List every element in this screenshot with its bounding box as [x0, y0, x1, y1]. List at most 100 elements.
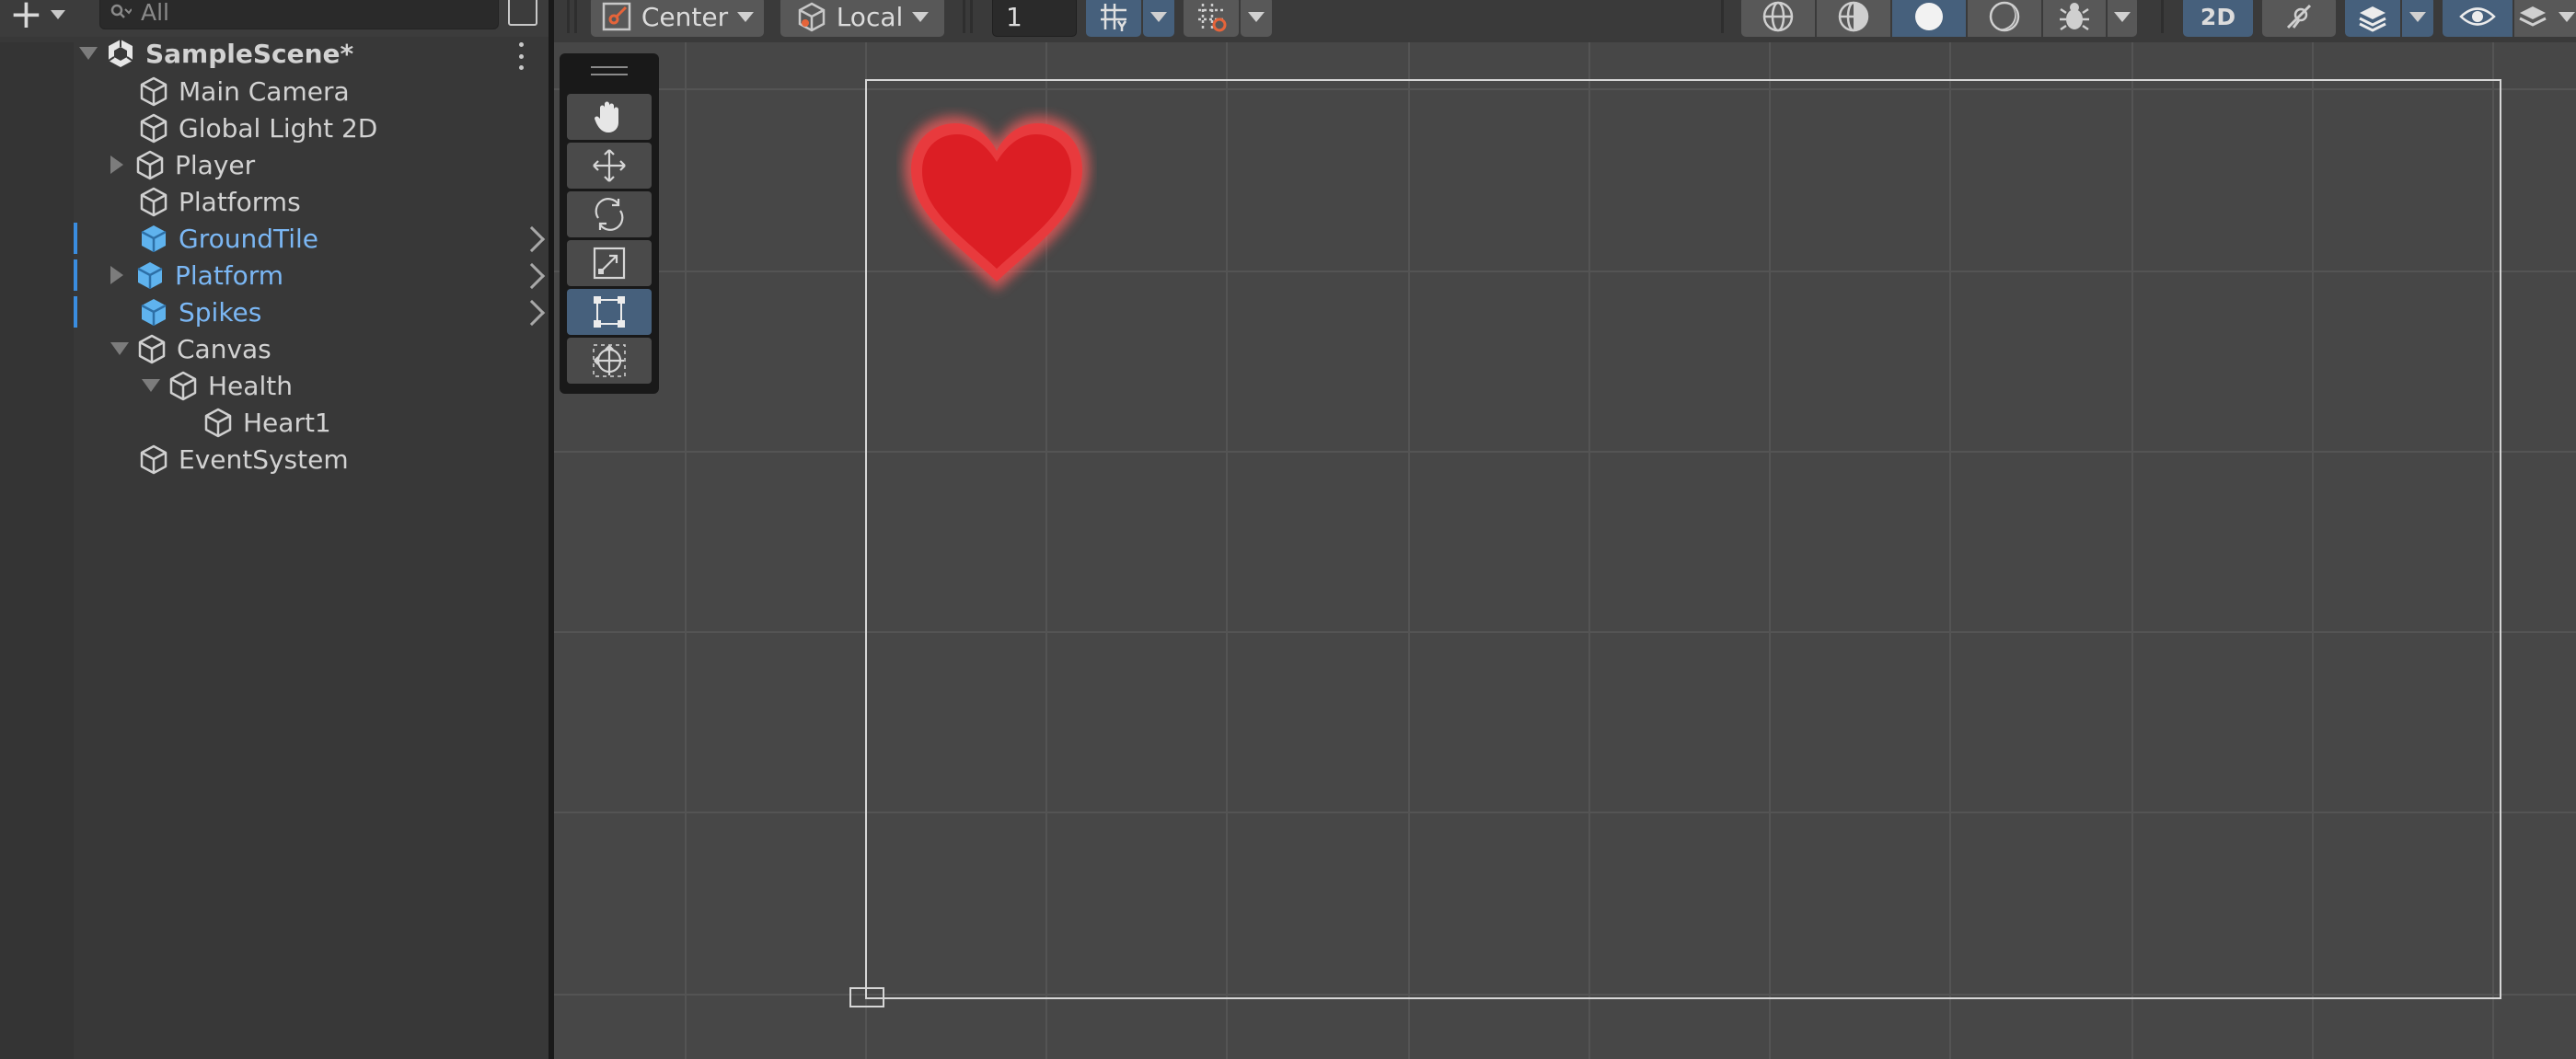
wireframe-draw-mode-button[interactable]: [1741, 0, 1815, 37]
increment-snap-button[interactable]: [1184, 0, 1239, 37]
bug-icon: [2060, 3, 2089, 31]
chevron-down-icon: [737, 11, 755, 22]
item-label: EventSystem: [179, 443, 349, 475]
transform-tool-button[interactable]: [567, 338, 652, 384]
unlit-sphere-icon: [1989, 1, 2020, 32]
mode-2d-label: 2D: [2200, 3, 2236, 30]
hierarchy-item-groundtile[interactable]: GroundTile: [138, 220, 318, 257]
hierarchy-item-platform[interactable]: Platform: [107, 257, 283, 294]
chevron-down-icon: [2114, 11, 2131, 22]
search-placeholder: All: [141, 0, 169, 26]
toggle-2d-mode-button[interactable]: 2D: [2183, 0, 2253, 37]
hierarchy-item-health[interactable]: Health: [142, 367, 293, 404]
open-prefab-chevron-icon[interactable]: [518, 262, 546, 290]
chevron-down-icon: [912, 11, 930, 22]
hierarchy-toolbar: + All: [0, 0, 550, 37]
more-menu-icon[interactable]: [515, 42, 526, 70]
toolbar-divider: [2161, 0, 2164, 33]
scene-root-row[interactable]: SampleScene*: [79, 35, 353, 72]
foldout-down-icon[interactable]: [142, 379, 160, 392]
pivot-mode-dropdown[interactable]: Center: [591, 0, 764, 37]
hierarchy-item-global-light[interactable]: Global Light 2D: [138, 109, 377, 146]
layers-icon: [2359, 6, 2386, 32]
hierarchy-item-heart1[interactable]: Heart1: [202, 404, 331, 441]
hierarchy-item-platforms[interactable]: Platforms: [138, 183, 301, 220]
draw-mode-menu[interactable]: [2108, 0, 2137, 37]
hierarchy-item-canvas[interactable]: Canvas: [110, 330, 271, 367]
gameobject-icon: [140, 444, 167, 475]
hierarchy-item-main-camera[interactable]: Main Camera: [138, 73, 350, 109]
transform-icon: [593, 344, 626, 377]
hierarchy-search-input[interactable]: All: [99, 0, 499, 29]
foldout-right-icon[interactable]: [110, 155, 123, 174]
prefab-icon: [141, 299, 167, 326]
hierarchy-item-spikes[interactable]: Spikes: [138, 294, 261, 330]
foldout-down-icon[interactable]: [110, 342, 129, 355]
item-label: Platforms: [179, 186, 301, 217]
foldout-down-icon[interactable]: [79, 47, 98, 60]
scene-name: SampleScene*: [145, 38, 354, 69]
prefab-indicator: [74, 259, 77, 291]
prefab-indicator: [74, 296, 77, 328]
lighting-off-icon: [2286, 4, 2312, 29]
hierarchy-panel: + All SampleScene* Main Camera Global Li…: [0, 0, 550, 1059]
scene-toolbar: Center Local 1 2D: [554, 0, 2576, 42]
chevron-down-icon: [2559, 11, 2575, 22]
gameobject-icon: [136, 150, 164, 180]
move-tool-button[interactable]: [567, 143, 652, 189]
gameobject-icon: [140, 187, 167, 217]
grid-snapping-button[interactable]: [1086, 0, 1141, 37]
canvas-anchor-gizmo[interactable]: [849, 987, 884, 1007]
add-object-button[interactable]: +: [9, 0, 74, 35]
hierarchy-item-eventsystem[interactable]: EventSystem: [138, 441, 349, 478]
debug-draw-mode-button[interactable]: [2043, 0, 2106, 37]
foldout-right-icon[interactable]: [110, 266, 123, 284]
effects-toggle-button[interactable]: [2345, 0, 2400, 37]
item-label: Main Camera: [179, 75, 350, 107]
increment-snap-menu[interactable]: [1241, 0, 1272, 37]
move-icon: [593, 149, 626, 182]
overlay-grip[interactable]: [591, 66, 628, 75]
hierarchy-item-player[interactable]: Player: [107, 146, 255, 183]
snap-increment-field[interactable]: 1: [992, 0, 1077, 37]
chevron-down-icon: [50, 10, 65, 19]
toolbar-grip: [567, 0, 570, 33]
open-prefab-chevron-icon[interactable]: [518, 225, 546, 253]
rotate-tool-button[interactable]: [567, 191, 652, 237]
hierarchy-gutter: [0, 42, 74, 1059]
shaded-mode-button[interactable]: [1892, 0, 1966, 37]
toolbar-divider: [1721, 0, 1724, 33]
gizmos-layers-button[interactable]: [2514, 0, 2576, 37]
scene-visibility-button[interactable]: [2443, 0, 2512, 37]
lighting-toggle-button[interactable]: [2262, 0, 2336, 37]
open-prefab-chevron-icon[interactable]: [518, 299, 546, 327]
scale-icon: [593, 247, 626, 280]
chevron-down-icon: [2409, 11, 2426, 22]
item-label: Spikes: [179, 296, 262, 328]
expand-window-icon[interactable]: [508, 0, 537, 26]
chevron-down-icon: [1150, 11, 1167, 22]
view-tool-button[interactable]: [567, 94, 652, 140]
increment-snap-icon: [1198, 4, 1227, 32]
rect-tool-button[interactable]: [567, 289, 652, 335]
pivot-space-label: Local: [836, 1, 904, 32]
pivot-space-dropdown[interactable]: Local: [780, 0, 944, 37]
unlit-mode-button[interactable]: [1968, 0, 2041, 37]
gameobject-icon: [169, 371, 197, 401]
tools-overlay: [560, 53, 659, 394]
item-label: Health: [208, 370, 293, 401]
wireframe-sphere-icon: [1762, 1, 1794, 32]
prefab-icon: [141, 225, 167, 252]
unity-scene-icon: [108, 40, 133, 67]
effects-menu[interactable]: [2402, 0, 2433, 37]
prefab-icon: [137, 262, 163, 289]
local-space-icon: [798, 2, 825, 32]
toolbar-divider: [963, 0, 965, 33]
scale-tool-button[interactable]: [567, 240, 652, 286]
item-label: Heart1: [243, 407, 331, 438]
ui-canvas-bounds: [865, 79, 2501, 999]
item-label: Canvas: [177, 333, 271, 364]
grid-snapping-menu[interactable]: [1143, 0, 1174, 37]
shaded-wireframe-mode-button[interactable]: [1817, 0, 1890, 37]
heart1-sprite[interactable]: [896, 107, 1097, 300]
